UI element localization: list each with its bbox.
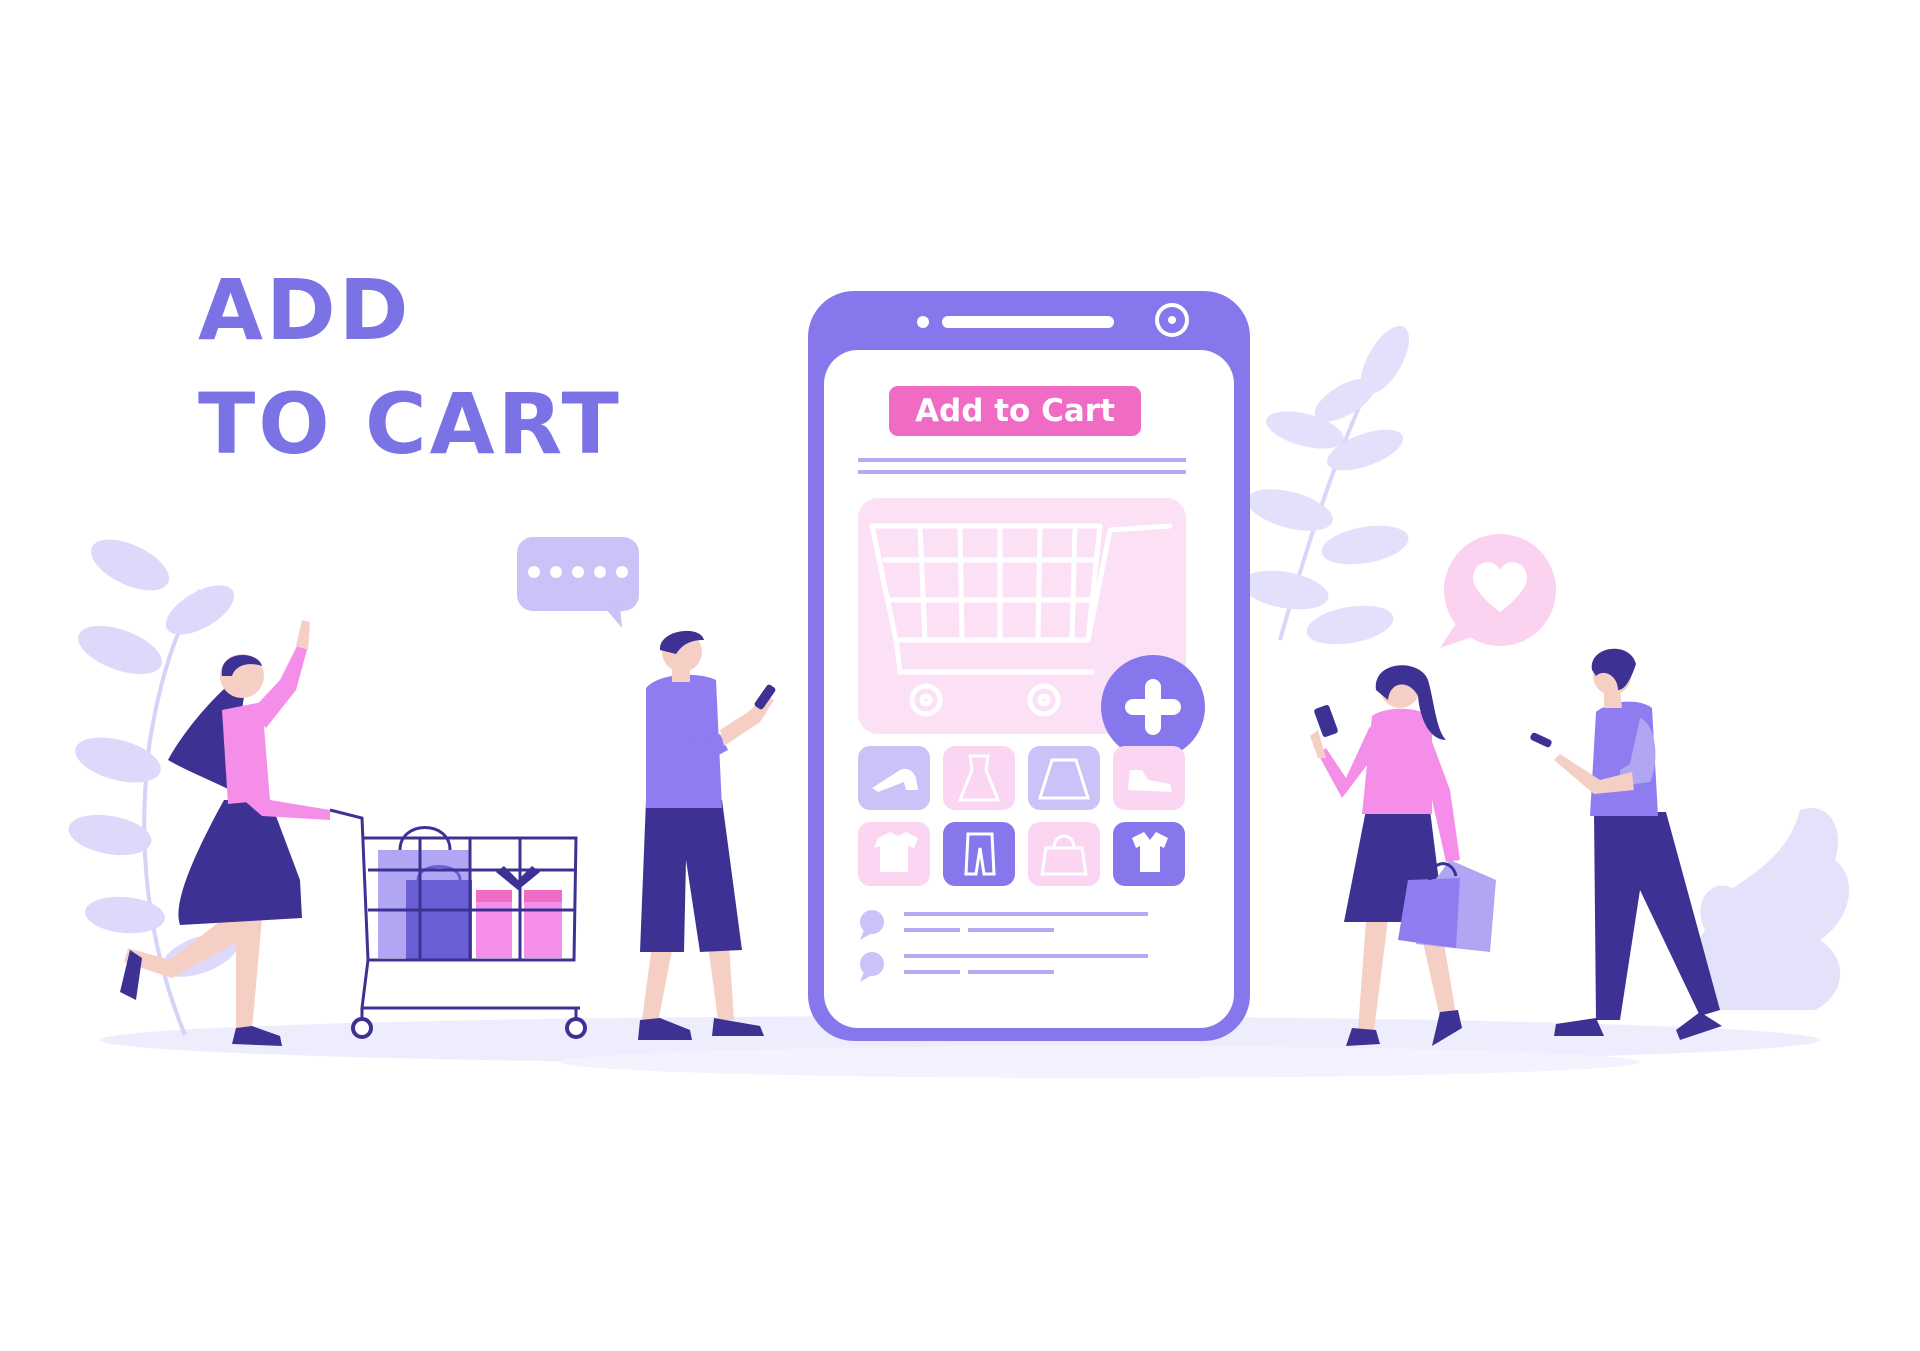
chat-bubble-icon	[517, 537, 639, 628]
headline-line-1: ADD	[198, 261, 412, 359]
add-plus-icon	[1101, 655, 1205, 759]
add-to-cart-button[interactable]: Add to Cart	[889, 386, 1141, 436]
woman-with-trolley	[120, 620, 330, 1046]
phone-speaker	[942, 316, 1114, 328]
headline-line-2: TO CART	[198, 375, 622, 473]
man-walking-phone	[1530, 648, 1722, 1040]
center-leaf-plant	[1241, 326, 1410, 645]
handbag-icon	[1028, 822, 1100, 886]
shopping-trolley	[329, 808, 587, 1039]
phone-camera-dot	[917, 316, 929, 328]
right-bush	[1696, 808, 1850, 1010]
illustration-scene: ADD TO CART Add to Cart	[0, 0, 1920, 1351]
heart-bubble-icon	[1440, 534, 1556, 648]
woman-with-bags	[1310, 665, 1496, 1046]
scene-drawing	[68, 291, 1850, 1078]
man-with-phone	[638, 630, 776, 1040]
sneaker-icon	[1113, 746, 1185, 810]
skirt-icon	[1028, 746, 1100, 810]
